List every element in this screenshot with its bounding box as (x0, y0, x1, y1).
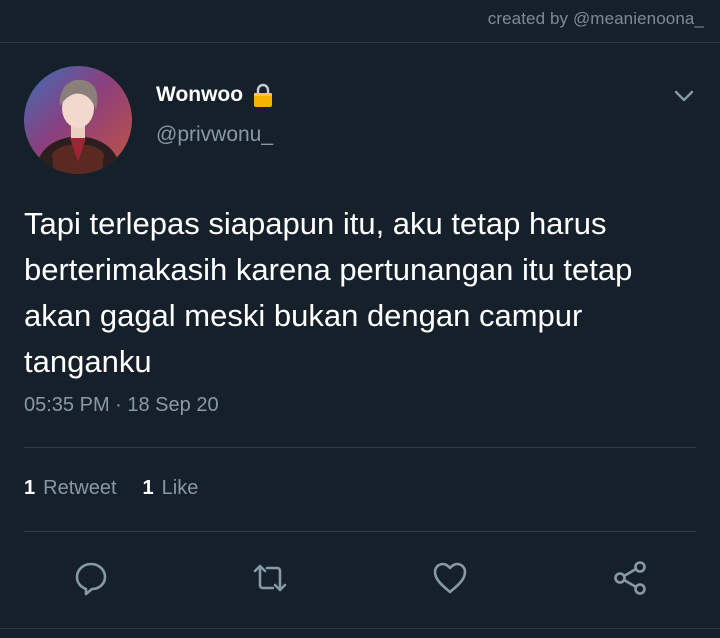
retweet-label: Retweet (43, 477, 117, 499)
share-button[interactable] (610, 558, 650, 598)
author-handle[interactable]: @privwonu_ (156, 123, 273, 147)
tweet-text: Tapi terlepas siapapun itu, aku tetap ha… (24, 206, 633, 379)
avatar-image (24, 66, 132, 174)
like-button[interactable] (430, 558, 470, 598)
divider (24, 531, 696, 532)
retweet-button[interactable] (250, 558, 290, 598)
like-count: 1 (142, 477, 154, 499)
reply-icon (75, 562, 107, 596)
like-label: Like (161, 477, 199, 499)
like-stat[interactable]: 1 Like (143, 477, 199, 500)
display-name[interactable]: Wonwoo (156, 83, 243, 107)
retweet-icon (253, 564, 287, 592)
lock-icon (251, 81, 275, 109)
watermark-credit: created by @meanienoona_ (487, 9, 704, 28)
divider (24, 447, 696, 448)
action-bar (0, 558, 720, 598)
author-name-row[interactable]: Wonwoo (156, 79, 275, 111)
tweet-timestamp[interactable]: 05:35 PM · 18 Sep 20 (24, 394, 219, 417)
engagement-stats: 1 Retweet 1 Like (24, 477, 224, 500)
top-divider (0, 42, 720, 43)
retweet-count: 1 (24, 477, 36, 499)
chevron-down-icon[interactable] (672, 84, 696, 108)
heart-icon (433, 562, 467, 594)
bottom-divider (0, 628, 720, 629)
avatar[interactable] (24, 66, 132, 174)
reply-button[interactable] (71, 558, 111, 598)
retweet-stat[interactable]: 1 Retweet (24, 477, 117, 500)
share-icon (614, 561, 646, 595)
